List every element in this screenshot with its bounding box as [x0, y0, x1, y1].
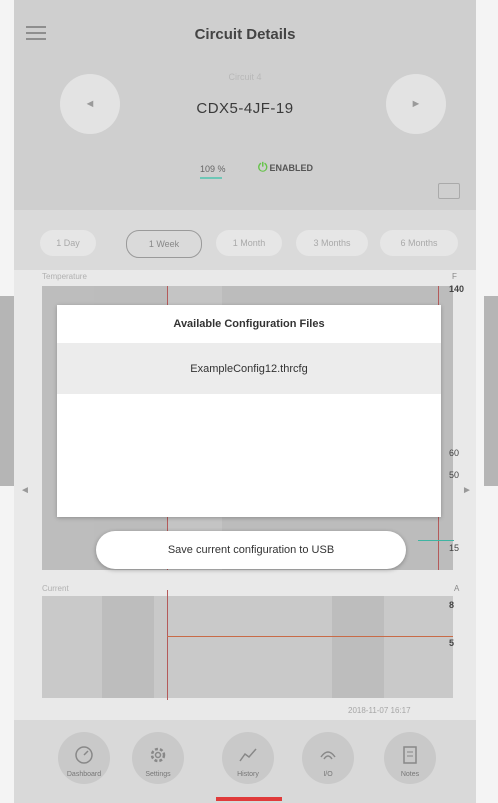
notes-icon [403, 746, 417, 764]
chart2-column [102, 596, 154, 698]
chart1-tick: 60 [449, 448, 460, 458]
chart2-unit: A [454, 584, 460, 593]
current-chart [42, 596, 453, 698]
chart1-tick: 140 [449, 284, 465, 294]
enabled-label: ENABLED [269, 163, 314, 173]
range-1-week[interactable]: 1 Week [126, 230, 202, 258]
nav-dashboard[interactable]: Dashboard [58, 732, 110, 784]
load-percent-underline [200, 177, 222, 179]
bottom-navigation: Dashboard Settings History I/O Notes [14, 720, 476, 803]
chart2-column [332, 596, 384, 698]
nav-notes[interactable]: Notes [384, 732, 436, 784]
left-edge-shade [0, 296, 14, 486]
chart1-label: Temperature [42, 272, 87, 281]
enabled-status[interactable]: ⏻ ENABLED [258, 160, 313, 175]
right-edge-shade [484, 296, 498, 486]
nav-settings[interactable]: Settings [132, 732, 184, 784]
chart2-tick: 8 [449, 600, 455, 610]
app-screen: Circuit Details Circuit 4 CDX5-4JF-19 ◄ … [0, 0, 498, 803]
circuit-header: Circuit Details Circuit 4 CDX5-4JF-19 ◄ … [14, 0, 476, 210]
dialog-title: Available Configuration Files [173, 318, 325, 330]
chart-timestamp: 2018-11-07 16:17 [348, 706, 411, 715]
right-triangle-icon: ► [410, 98, 422, 110]
next-circuit-button[interactable]: ► [386, 74, 446, 134]
gear-icon [150, 747, 166, 763]
nav-history[interactable]: History [222, 732, 274, 784]
gauge-icon [75, 746, 93, 764]
chart1-tick: 15 [449, 543, 460, 553]
previous-circuit-button[interactable]: ◄ [60, 74, 120, 134]
scroll-right-icon[interactable]: ► [462, 485, 472, 496]
signal-icon [320, 751, 336, 760]
nav-label: I/O [323, 771, 333, 778]
range-1-month[interactable]: 1 Month [216, 230, 282, 256]
config-file-item[interactable]: ExampleConfig12.thrcfg [57, 343, 441, 394]
chart2-tick: 5 [449, 638, 455, 648]
power-icon: ⏻ [258, 160, 268, 174]
chart1-unit: F [452, 272, 457, 281]
range-1-day[interactable]: 1 Day [40, 230, 96, 256]
range-6-months[interactable]: 6 Months [380, 230, 458, 256]
load-percent: 109 % [200, 164, 226, 174]
time-range-selector: 1 Day 1 Week 1 Month 3 Months 6 Months [14, 210, 476, 270]
left-triangle-icon: ◄ [84, 98, 96, 110]
trend-chart-icon [239, 748, 257, 762]
nav-io[interactable]: I/O [302, 732, 354, 784]
chart1-trend-line [418, 540, 454, 541]
page-title: Circuit Details [194, 26, 296, 43]
chart2-marker-line [167, 590, 168, 700]
nav-label: Notes [400, 771, 420, 778]
nav-label: History [237, 771, 259, 778]
nav-label: Dashboard [66, 771, 102, 778]
save-config-usb-button[interactable]: Save current configuration to USB [96, 531, 406, 569]
scroll-left-icon[interactable]: ◄ [20, 485, 30, 496]
range-3-months[interactable]: 3 Months [296, 230, 368, 256]
chart2-label: Current [42, 584, 69, 593]
config-files-dialog: Available Configuration Files ExampleCon… [57, 305, 441, 517]
chart2-threshold-line [167, 636, 453, 637]
export-icon[interactable] [438, 183, 460, 199]
nav-label: Settings [145, 771, 171, 778]
phone-screen: Circuit Details Circuit 4 CDX5-4JF-19 ◄ … [14, 0, 476, 803]
active-tab-indicator [216, 797, 282, 801]
chart1-tick: 50 [449, 470, 460, 480]
